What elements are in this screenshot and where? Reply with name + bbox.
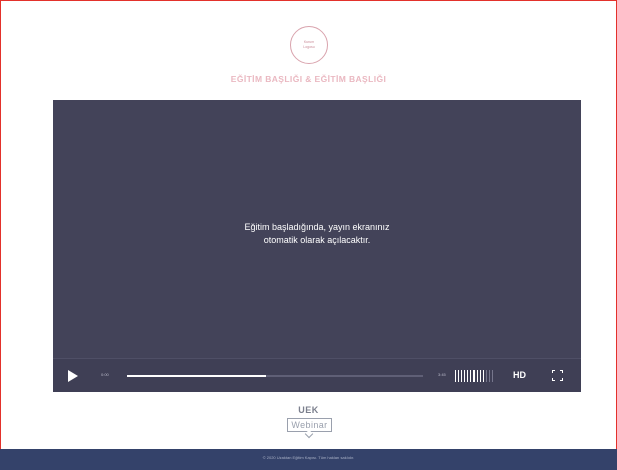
video-player[interactable]: Eğitim başladığında, yayın ekranınız oto… — [53, 100, 581, 392]
player-controls: 0:00 3:45 HD — [53, 358, 581, 392]
volume-bar — [455, 370, 457, 382]
brand-name: UEK — [298, 405, 319, 415]
player-message-line-1: Eğitim başladığında, yayın ekranınız — [244, 222, 390, 232]
volume-bar — [458, 370, 460, 382]
fullscreen-icon[interactable] — [552, 370, 563, 381]
volume-bar — [491, 370, 494, 382]
volume-bar — [470, 370, 472, 382]
progress-bar[interactable] — [127, 375, 423, 377]
footer: © 2020 Uzaktan Eğitim Kapısı. Tüm haklar… — [0, 449, 617, 470]
player-message: Eğitim başladığında, yayın ekranınız oto… — [53, 221, 581, 247]
volume-bar — [464, 370, 466, 382]
time-total: 3:45 — [438, 372, 446, 377]
volume-level-icon[interactable] — [455, 370, 494, 382]
volume-bar — [485, 370, 487, 382]
volume-bar — [479, 370, 481, 382]
logo-line-2: Logosu — [303, 45, 315, 49]
page-title: EĞİTİM BAŞLIĞI & EĞİTİM BAŞLIĞI — [230, 74, 387, 84]
volume-bar — [488, 370, 490, 382]
time-current: 0:00 — [101, 372, 109, 377]
volume-bar — [473, 370, 475, 382]
progress-fill — [127, 375, 267, 377]
volume-bar — [461, 370, 463, 382]
play-icon[interactable] — [68, 370, 78, 382]
player-message-line-2: otomatik olarak açılacaktır. — [263, 235, 371, 245]
footer-copyright: © 2020 Uzaktan Eğitim Kapısı. Tüm haklar… — [262, 455, 355, 460]
volume-bar — [467, 370, 469, 382]
hd-quality-button[interactable]: HD — [513, 370, 526, 380]
volume-bar — [482, 370, 484, 382]
institution-logo: Kurum Logosu — [290, 26, 328, 64]
volume-bar — [476, 370, 478, 382]
